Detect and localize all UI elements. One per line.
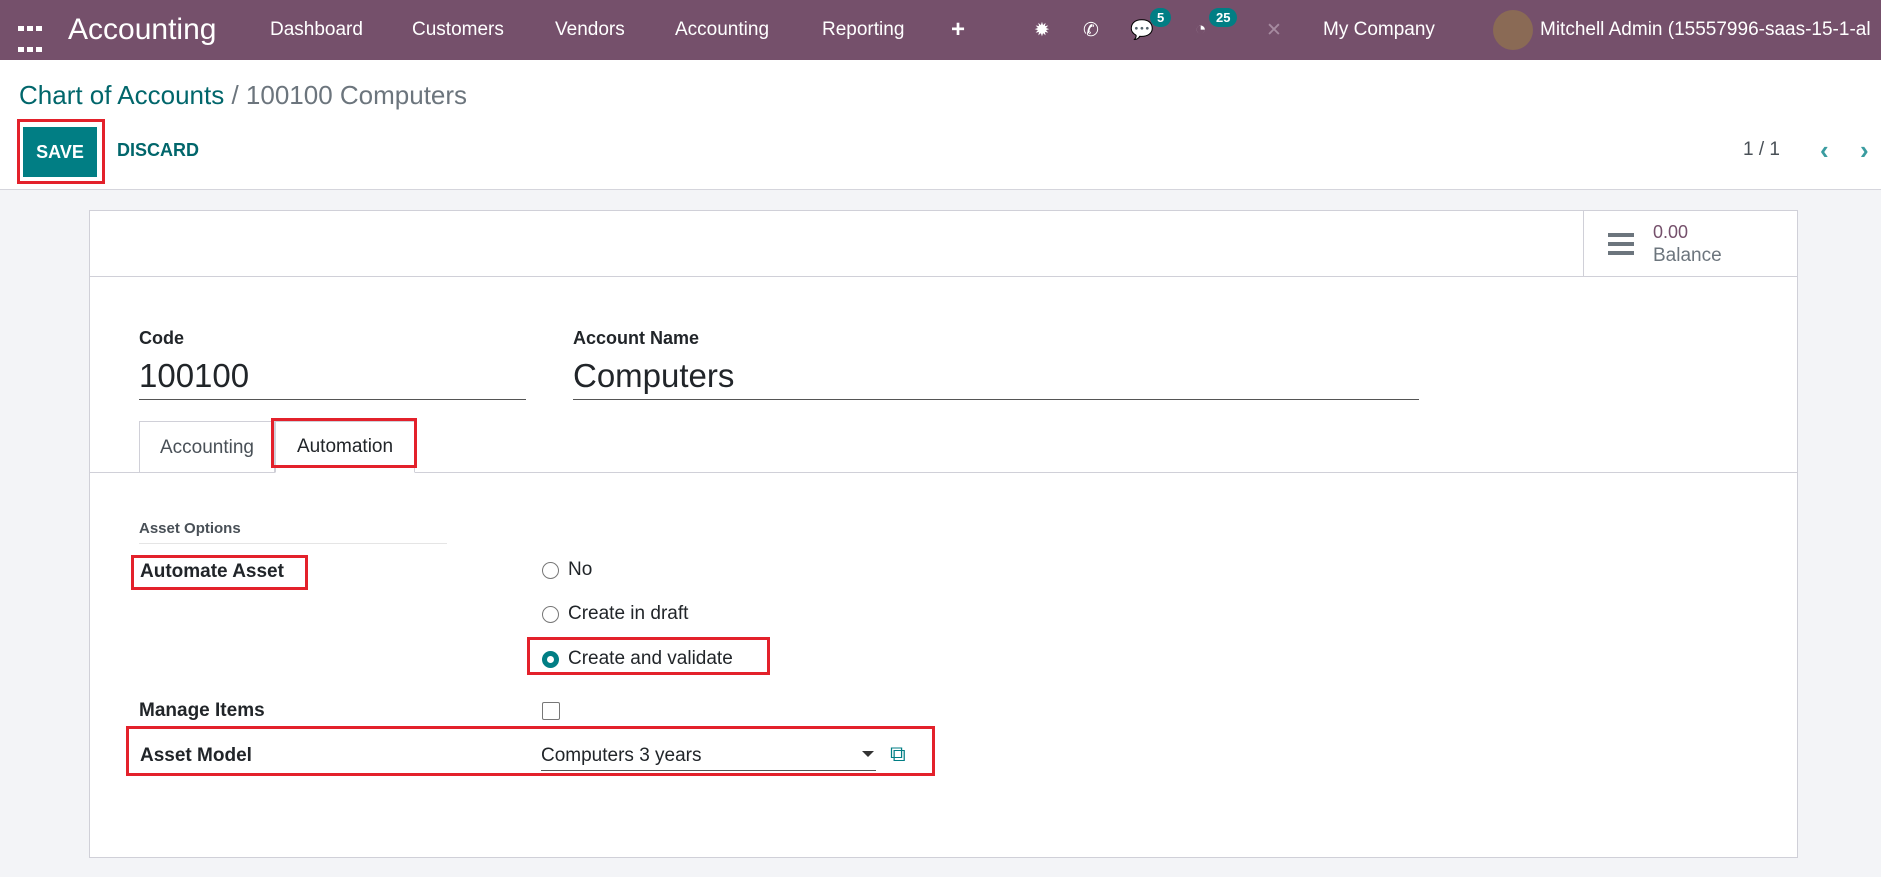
account-name-input[interactable]: Computers <box>573 357 1419 400</box>
app-title[interactable]: Accounting <box>68 0 216 60</box>
activities-badge: 25 <box>1209 8 1238 27</box>
section-divider <box>139 543 447 544</box>
breadcrumb: Chart of Accounts / 100100 Computers <box>19 80 467 111</box>
company-switcher[interactable]: My Company <box>1323 0 1435 60</box>
radio-no-label[interactable]: No <box>568 559 592 581</box>
balance-label: Balance <box>1653 245 1722 266</box>
menu-customers[interactable]: Customers <box>412 0 504 60</box>
manage-items-checkbox[interactable] <box>542 702 560 720</box>
balance-button[interactable]: 0.00 Balance <box>1583 211 1797 277</box>
menu-reporting[interactable]: Reporting <box>822 0 904 60</box>
account-name-label: Account Name <box>573 328 700 348</box>
chat-icon[interactable]: 💬 5 <box>1130 0 1172 60</box>
highlight-box <box>527 637 770 675</box>
code-label: Code <box>139 328 184 348</box>
breadcrumb-parent[interactable]: Chart of Accounts <box>19 80 224 110</box>
bug-icon[interactable]: ✹ <box>1034 0 1050 60</box>
next-icon[interactable]: › <box>1860 135 1869 166</box>
highlight-box <box>271 418 417 468</box>
phone-icon[interactable]: ✆ <box>1083 0 1099 60</box>
section-asset-options: Asset Options <box>139 520 241 537</box>
radio-no[interactable] <box>542 562 559 579</box>
breadcrumb-current: 100100 Computers <box>245 80 468 110</box>
plus-icon[interactable]: + <box>951 0 965 60</box>
balance-value: 0.00 <box>1653 222 1689 242</box>
menu-dashboard[interactable]: Dashboard <box>270 0 363 60</box>
pager-value[interactable]: 1 / 1 <box>1743 139 1780 161</box>
menu-accounting[interactable]: Accounting <box>675 0 769 60</box>
code-input[interactable]: 100100 <box>139 357 526 400</box>
tools-icon[interactable]: ✕ <box>1266 0 1282 60</box>
save-button[interactable]: SAVE <box>23 127 97 177</box>
radio-create-in-draft-label[interactable]: Create in draft <box>568 603 688 625</box>
form-sheet: 0.00 Balance Code 100100 Account Name Co… <box>89 210 1798 858</box>
menu-vendors[interactable]: Vendors <box>555 0 625 60</box>
activity-icon[interactable]: ◔ 25 <box>1195 0 1238 60</box>
breadcrumb-separator: / <box>224 80 246 110</box>
avatar[interactable] <box>1493 10 1533 50</box>
discard-button[interactable]: DISCARD <box>117 140 199 161</box>
previous-icon[interactable]: ‹ <box>1820 135 1829 166</box>
button-box: 0.00 Balance <box>90 211 1797 277</box>
radio-create-in-draft[interactable] <box>542 606 559 623</box>
tab-accounting[interactable]: Accounting <box>139 421 275 473</box>
highlight-box <box>131 555 308 590</box>
manage-items-label: Manage Items <box>139 700 265 721</box>
messages-badge: 5 <box>1150 8 1172 27</box>
top-navbar: Accounting Dashboard Customers Vendors A… <box>0 0 1881 73</box>
list-icon <box>1608 233 1634 255</box>
user-menu[interactable]: Mitchell Admin (15557996-saas-15-1-al <box>1540 0 1871 60</box>
highlight-box <box>126 726 935 776</box>
